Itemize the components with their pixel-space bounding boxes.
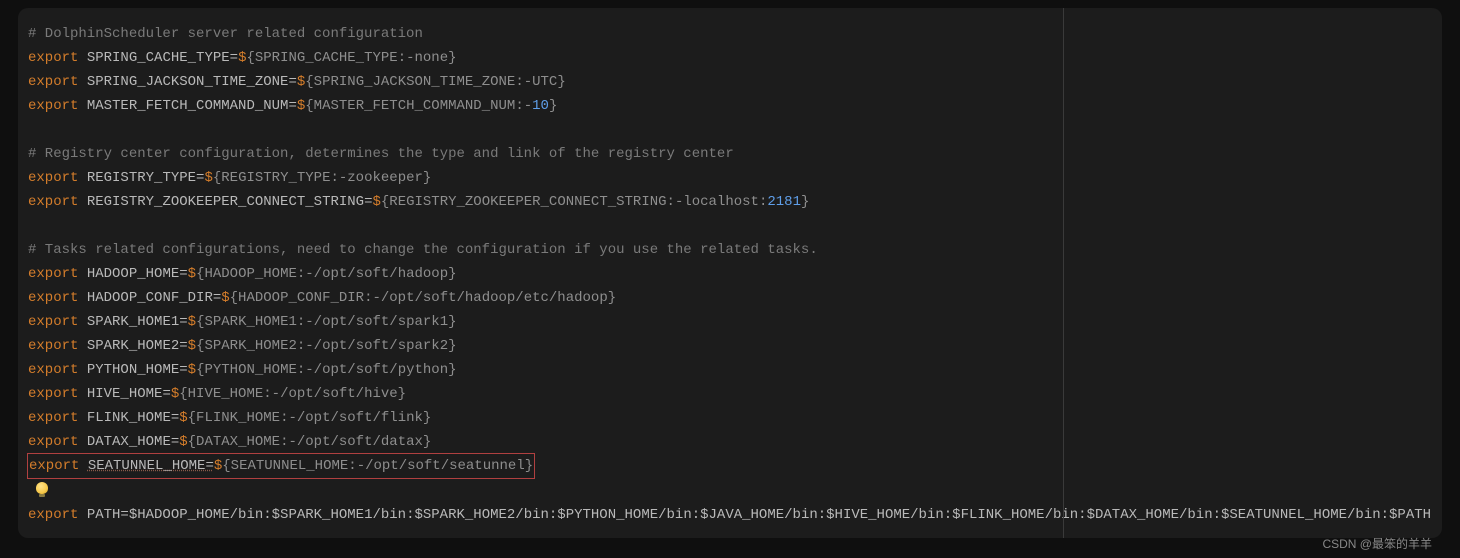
code-line: # Registry center configuration, determi… [28,142,1432,166]
code-line: export DATAX_HOME=${DATAX_HOME:-/opt/sof… [28,430,1432,454]
code-line: export SPRING_JACKSON_TIME_ZONE=${SPRING… [28,70,1432,94]
blank-line [28,118,1432,142]
code-editor[interactable]: # DolphinScheduler server related config… [18,8,1442,538]
code-line: export PYTHON_HOME=${PYTHON_HOME:-/opt/s… [28,358,1432,382]
code-line: export SPARK_HOME2=${SPARK_HOME2:-/opt/s… [28,334,1432,358]
code-line: export MASTER_FETCH_COMMAND_NUM=${MASTER… [28,94,1432,118]
code-line: export HADOOP_HOME=${HADOOP_HOME:-/opt/s… [28,262,1432,286]
code-line: export HIVE_HOME=${HIVE_HOME:-/opt/soft/… [28,382,1432,406]
code-line: export SPARK_HOME1=${SPARK_HOME1:-/opt/s… [28,310,1432,334]
watermark: CSDN @最笨的羊羊 [1322,532,1432,556]
code-line: export FLINK_HOME=${FLINK_HOME:-/opt/sof… [28,406,1432,430]
code-line: export SEATUNNEL_HOME=${SEATUNNEL_HOME:-… [28,454,1432,478]
editor-ruler [1063,8,1064,538]
comment: # DolphinScheduler server related config… [28,26,423,42]
code-line: export REGISTRY_TYPE=${REGISTRY_TYPE:-zo… [28,166,1432,190]
code-line: export REGISTRY_ZOOKEEPER_CONNECT_STRING… [28,190,1432,214]
lightbulb-icon[interactable] [36,482,48,494]
comment: # Registry center configuration, determi… [28,146,734,162]
blank-line [28,214,1432,238]
code-line: export HADOOP_CONF_DIR=${HADOOP_CONF_DIR… [28,286,1432,310]
highlighted-line: export SEATUNNEL_HOME=${SEATUNNEL_HOME:-… [27,453,535,479]
code-line: export SPRING_CACHE_TYPE=${SPRING_CACHE_… [28,46,1432,70]
code-line: # Tasks related configurations, need to … [28,238,1432,262]
code-line: export PATH=$HADOOP_HOME/bin:$SPARK_HOME… [28,503,1432,527]
code-line: # DolphinScheduler server related config… [28,22,1432,46]
comment: # Tasks related configurations, need to … [28,242,818,258]
intent-line [28,478,1432,503]
